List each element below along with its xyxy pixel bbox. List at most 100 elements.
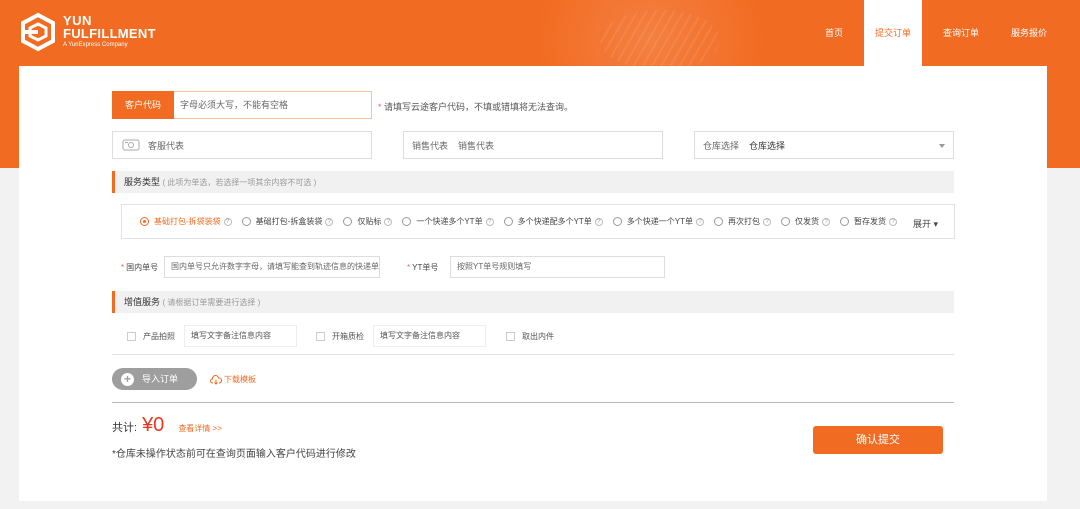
- warehouse-select[interactable]: 仓库选择 仓库选择: [694, 131, 954, 159]
- yt-number-input[interactable]: 按照YT单号规则填写: [450, 256, 665, 278]
- sales-rep-placeholder: 销售代表: [458, 140, 495, 151]
- service-option-label: 仅贴标: [357, 217, 382, 226]
- help-icon[interactable]: ?: [325, 217, 334, 226]
- nav-submit-order[interactable]: 提交订单: [863, 0, 922, 66]
- customer-service-field[interactable]: 客服代表: [112, 131, 372, 159]
- vas-unbox-inspect-note[interactable]: 填写文字备注信息内容: [373, 325, 486, 347]
- service-options-box: 基础打包-拆袋装袋? 基础打包-拆盒装袋? 仅贴标? 一个快递多个YT单? 多个…: [121, 204, 955, 239]
- sales-rep-field[interactable]: 销售代表 销售代表: [403, 131, 663, 159]
- vas-label: 产品拍照: [143, 332, 175, 341]
- brand-tagline: A YunExpress Company: [63, 42, 128, 48]
- customer-code-label: 客户代码: [112, 91, 174, 119]
- vas-product-photo-note[interactable]: 填写文字备注信息内容: [184, 325, 297, 347]
- chevron-down-icon: [939, 144, 945, 148]
- nav-query-order[interactable]: 查询订单: [932, 0, 990, 66]
- service-option[interactable]: 再次打包?: [714, 216, 772, 227]
- divider: [112, 354, 954, 355]
- radio-icon: [241, 217, 251, 226]
- radio-selected-icon: [140, 217, 149, 226]
- service-option[interactable]: 仅发货?: [781, 216, 831, 227]
- vas-product-photo[interactable]: 产品拍照: [127, 331, 175, 342]
- required-star: *: [378, 102, 382, 112]
- value-added-subtitle: ( 请根据订单需要进行选择 ): [162, 298, 261, 307]
- service-option-label: 暂存发货: [854, 217, 887, 226]
- service-option[interactable]: 多个快递一个YT单?: [612, 216, 705, 227]
- radio-icon: [714, 217, 724, 226]
- help-icon[interactable]: ?: [696, 217, 705, 226]
- radio-icon: [402, 217, 412, 226]
- vas-label: 开箱质检: [332, 332, 364, 341]
- brand-text: YUN FULFILLMENT A YunExpress Company: [63, 14, 156, 50]
- service-option[interactable]: 基础打包-拆盒装袋?: [241, 216, 334, 227]
- radio-icon: [781, 217, 791, 226]
- help-icon[interactable]: ?: [223, 217, 232, 226]
- domestic-number-label-text: 国内单号: [126, 263, 159, 272]
- help-icon[interactable]: ?: [763, 217, 772, 226]
- warehouse-value: 仓库选择: [749, 140, 786, 151]
- yun-logo-icon: [21, 12, 55, 52]
- radio-icon: [612, 217, 622, 226]
- service-option[interactable]: 多个快递配多个YT单?: [503, 216, 603, 227]
- customer-code-hint: * 请填写云途客户代码，不填或错填将无法查询。: [378, 100, 573, 113]
- domestic-number-input[interactable]: 国内单号只允许数字字母，请填写能查到轨迹信息的快递单号: [164, 256, 380, 278]
- value-added-header: 增值服务 ( 请根据订单需要进行选择 ): [112, 291, 954, 313]
- customer-service-icon: [122, 139, 140, 151]
- hint-text: 请填写云途客户代码，不填或错填将无法查询。: [384, 102, 574, 112]
- brand-logo[interactable]: YUN FULFILLMENT A YunExpress Company: [18, 12, 156, 52]
- service-option[interactable]: 暂存发货?: [840, 216, 898, 227]
- value-added-title: 增值服务: [124, 297, 161, 307]
- radio-icon: [343, 217, 353, 226]
- checkbox-icon[interactable]: [316, 332, 325, 341]
- checkbox-icon[interactable]: [506, 332, 515, 341]
- download-template-label: 下载模板: [224, 375, 256, 384]
- vas-unbox-inspect[interactable]: 开箱质检: [316, 331, 364, 342]
- help-icon[interactable]: ?: [485, 217, 494, 226]
- order-total: 共计: ¥0 查看详情 >>: [112, 414, 222, 437]
- checkbox-icon[interactable]: [127, 332, 136, 341]
- view-details-link[interactable]: 查看详情 >>: [178, 423, 222, 434]
- help-icon[interactable]: ?: [384, 217, 393, 226]
- yt-number-label: * YT单号: [407, 262, 438, 273]
- caret-down-icon: ▾: [933, 219, 938, 229]
- confirm-submit-button[interactable]: 确认提交: [813, 426, 943, 454]
- cloud-download-icon: [210, 374, 222, 385]
- service-option[interactable]: 基础打包-拆袋装袋?: [140, 216, 232, 227]
- yt-number-label-text: YT单号: [412, 263, 439, 272]
- required-star: *: [407, 263, 411, 272]
- import-order-label: 导入订单: [142, 374, 179, 384]
- warehouse-label: 仓库选择: [703, 140, 740, 151]
- nav-home[interactable]: 首页: [814, 0, 854, 66]
- service-option-label: 多个快递一个YT单: [626, 217, 694, 226]
- service-option-label: 再次打包: [728, 217, 761, 226]
- required-star: *: [121, 263, 125, 272]
- sales-rep-label: 销售代表: [412, 140, 449, 151]
- service-type-header: 服务类型 ( 此项为单选，若选择一项其余内容不可选 ): [112, 171, 954, 193]
- plus-icon: +: [121, 372, 134, 386]
- brand-line-2: FULFILLMENT: [63, 26, 156, 41]
- service-type-subtitle: ( 此项为单选，若选择一项其余内容不可选 ): [162, 178, 317, 187]
- service-option-label: 多个快递配多个YT单: [517, 217, 592, 226]
- edit-note: *仓库未操作状态前可在查询页面输入客户代码进行修改: [112, 449, 356, 460]
- help-icon[interactable]: ?: [889, 217, 898, 226]
- nav-service-quote[interactable]: 服务报价: [1000, 0, 1058, 66]
- total-label: 共计:: [112, 422, 138, 434]
- total-price: ¥0: [142, 414, 165, 436]
- service-option[interactable]: 一个快递多个YT单?: [402, 216, 494, 227]
- service-option[interactable]: 仅贴标?: [343, 216, 393, 227]
- service-option-label: 仅发货: [795, 217, 820, 226]
- expand-label: 展开: [912, 219, 931, 229]
- customer-service-placeholder: 客服代表: [148, 140, 185, 151]
- help-icon[interactable]: ?: [822, 217, 831, 226]
- divider: [112, 402, 954, 403]
- download-template-link[interactable]: 下载模板: [210, 374, 256, 385]
- radio-icon: [840, 217, 850, 226]
- vas-label: 取出内件: [522, 332, 554, 341]
- vas-remove-inner[interactable]: 取出内件: [506, 331, 554, 342]
- expand-button[interactable]: 展开 ▾: [913, 217, 938, 230]
- help-icon[interactable]: ?: [594, 217, 603, 226]
- import-order-button[interactable]: + 导入订单: [112, 368, 197, 390]
- service-option-label: 基础打包-拆盒装袋: [255, 217, 323, 226]
- main-nav: 首页 提交订单 查询订单 服务报价: [804, 0, 1058, 66]
- customer-code-input[interactable]: [174, 91, 372, 119]
- domestic-number-label: * 国内单号: [121, 262, 158, 273]
